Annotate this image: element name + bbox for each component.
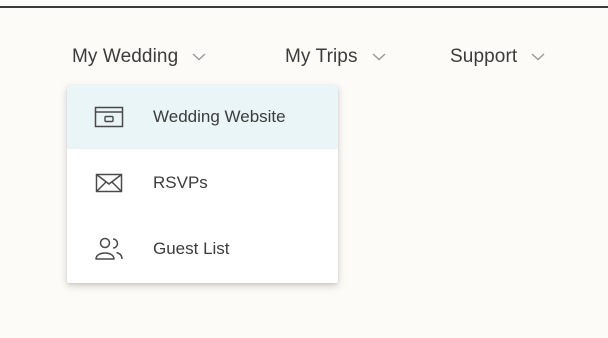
chevron-down-icon (372, 53, 386, 61)
envelope-icon (92, 169, 126, 197)
menu-item-wedding-website[interactable]: Wedding Website (67, 85, 338, 149)
nav-item-label: Support (450, 46, 518, 67)
nav-item-label: My Wedding (72, 46, 179, 67)
menu-item-label: Wedding Website (153, 107, 286, 126)
menu-item-label: Guest List (153, 239, 230, 258)
nav-item-label: My Trips (285, 46, 358, 67)
chevron-down-icon (192, 53, 206, 61)
browser-window-icon (92, 103, 126, 131)
menu-item-rsvps[interactable]: RSVPs (67, 151, 338, 215)
menu-item-label: RSVPs (153, 173, 208, 192)
chevron-down-icon (531, 53, 545, 61)
my-wedding-dropdown-menu: Wedding Website RSVPs Guest List (67, 85, 338, 283)
nav-item-my-wedding[interactable]: My Wedding (72, 44, 206, 70)
top-nav: My Wedding My Trips Support (0, 8, 608, 96)
nav-item-support[interactable]: Support (450, 44, 545, 70)
nav-item-my-trips[interactable]: My Trips (285, 44, 386, 70)
people-icon (92, 235, 126, 263)
menu-item-guest-list[interactable]: Guest List (67, 217, 338, 281)
